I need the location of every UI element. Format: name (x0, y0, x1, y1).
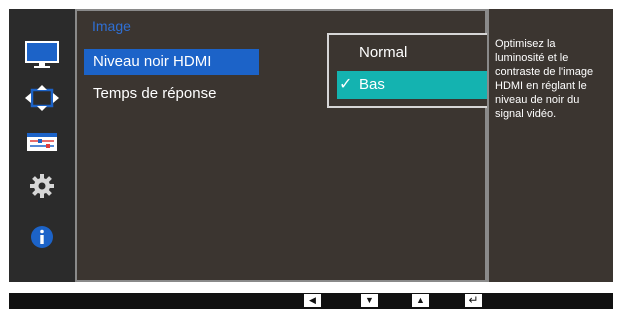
up-key-button[interactable]: ▲ (412, 294, 429, 307)
down-key-button[interactable]: ▼ (361, 294, 378, 307)
menu-item-response-time[interactable]: Temps de réponse (84, 81, 216, 107)
sliders-icon (27, 133, 57, 151)
main-menu-panel: Image Niveau noir HDMI Temps de réponse … (75, 9, 541, 282)
navigation-bar: ◀ ▼ ▲ ↵ (9, 293, 613, 309)
info-icon (31, 226, 53, 248)
enter-key-button[interactable]: ↵ (465, 294, 482, 307)
checkmark-icon: ✓ (339, 76, 353, 93)
sidebar-item-settings-bars[interactable] (9, 122, 75, 162)
sidebar (9, 9, 75, 282)
sidebar-item-picture[interactable] (9, 35, 75, 75)
down-arrow-icon: ▼ (365, 295, 374, 305)
gear-icon (30, 174, 54, 198)
sidebar-item-information[interactable] (9, 217, 75, 257)
menu-item-hdmi-black-level[interactable]: Niveau noir HDMI (84, 49, 259, 75)
option-label: Bas (359, 76, 385, 93)
left-key-button[interactable]: ◀ (304, 294, 321, 307)
enter-icon: ↵ (468, 293, 479, 307)
sidebar-item-screen[interactable] (9, 78, 75, 118)
osd-menu: Image Niveau noir HDMI Temps de réponse … (9, 9, 613, 282)
up-arrow-icon: ▲ (416, 295, 425, 305)
menu-item-label: Niveau noir HDMI (93, 53, 212, 70)
option-label: Normal (359, 44, 408, 61)
sidebar-item-system[interactable] (9, 166, 75, 206)
help-description: Optimisez la luminosité et le contraste … (495, 38, 594, 120)
screen-size-arrows-icon (25, 85, 59, 111)
help-panel: Optimisez la luminosité et le contraste … (487, 9, 613, 282)
section-title: Image (92, 18, 131, 34)
monitor-icon (25, 41, 59, 68)
left-arrow-icon: ◀ (309, 295, 316, 305)
menu-item-label: Temps de réponse (93, 85, 217, 102)
